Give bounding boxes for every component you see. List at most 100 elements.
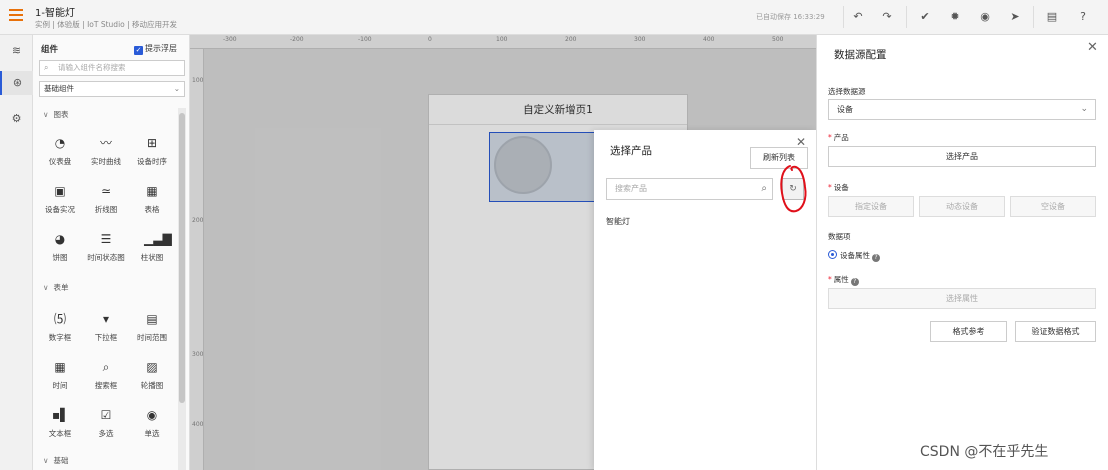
component-label: 仪表盘 [48, 157, 72, 166]
product-list-item[interactable]: 智能灯 [606, 216, 630, 227]
data-source-select[interactable]: 设备 ⌄ [828, 99, 1096, 120]
panel-title: 数据源配置 [834, 49, 887, 61]
component-item[interactable]: ▣ 设备实况 [37, 183, 83, 231]
source-label: 选择数据源 [828, 87, 866, 96]
timeseries-icon: ⊞ [146, 136, 158, 150]
component-label: 时间范围 [137, 333, 167, 342]
category-label: 图表 [53, 110, 69, 119]
menu-icon[interactable] [9, 9, 23, 21]
specific-device-button[interactable]: 指定设备 [828, 196, 914, 217]
component-panel: 组件 ✓ 提示浮层 ⌕ 请输入组件名称搜索 基础组件 ⌄ ∨ 图表 ◔ 仪表盘 〰实时… [33, 35, 190, 470]
component-item[interactable]: ◉ 单选 [129, 407, 175, 455]
component-label: 单选 [144, 429, 160, 438]
component-item[interactable]: ◔ 仪表盘 [37, 135, 83, 183]
verify-data-format-button[interactable]: 验证数据格式 [1015, 321, 1096, 342]
watermark: CSDN @不在乎先生 [920, 444, 1049, 460]
layers-icon[interactable]: ≋ [0, 39, 33, 63]
left-rail: ≋ ⊛ ⚙ [0, 35, 33, 470]
component-label: 数字框 [48, 333, 72, 342]
toolbar-divider [843, 6, 844, 28]
redo-icon[interactable]: ↷ [878, 8, 896, 26]
help-icon[interactable]: ? [1074, 8, 1092, 26]
scrollbar-thumb[interactable] [179, 113, 185, 403]
category-basic[interactable]: ∨ 基础 [43, 455, 69, 466]
time-range-icon: ▤ [146, 312, 158, 326]
component-item[interactable]: ⑸ 数字框 [37, 311, 83, 359]
textbox-icon: ▪▌ [52, 408, 70, 422]
search-icon: ⌕ [44, 63, 49, 72]
radio-selected-icon[interactable] [828, 250, 837, 259]
select-property-button[interactable]: 选择属性 [828, 288, 1096, 309]
category-chart[interactable]: ∨ 图表 [43, 109, 69, 120]
format-reference-button[interactable]: 格式参考 [930, 321, 1007, 342]
component-label: 折线图 [94, 205, 118, 214]
search-icon[interactable]: ⌕ [761, 179, 767, 199]
close-icon[interactable]: ✕ [1087, 40, 1098, 55]
chevron-down-icon: ∨ [43, 110, 49, 119]
publish-icon[interactable]: ✔ [916, 8, 934, 26]
property-label: * 属性? [828, 274, 859, 286]
dynamic-device-button[interactable]: 动态设备 [919, 196, 1005, 217]
realtime-curve-icon: 〰 [99, 136, 112, 150]
refresh-list-button[interactable]: 刷新列表 [750, 147, 808, 169]
label-text: 属性 [833, 275, 849, 284]
number-box-icon: ⑸ [53, 312, 66, 326]
time-status-icon: ☰ [100, 232, 112, 246]
component-label: 下拉框 [94, 333, 118, 342]
data-source-config-panel: 数据源配置 ✕ 选择数据源 设备 ⌄ * 产品 选择产品 * 设备 指定设备 动态设… [816, 35, 1108, 470]
component-item[interactable]: ▾ 下拉框 [83, 311, 129, 359]
search-placeholder: 搜索产品 [615, 184, 647, 193]
checkbox-checked-icon[interactable]: ✓ [134, 46, 143, 55]
component-item[interactable]: ▦ 表格 [129, 183, 175, 231]
component-item[interactable]: ≃ 折线图 [83, 183, 129, 231]
checkbox-icon: ☑ [100, 408, 112, 422]
top-bar: 1-智能灯 实例 | 体验版 | IoT Studio | 移动应用开发 已自动… [0, 0, 1108, 35]
select-product-button[interactable]: 选择产品 [828, 146, 1096, 167]
chevron-down-icon: ⌄ [1080, 104, 1088, 114]
dropdown-icon: ▾ [102, 312, 110, 326]
empty-device-button[interactable]: 空设备 [1010, 196, 1096, 217]
component-item[interactable]: 〰实时曲线 [83, 135, 129, 183]
app-title: 1-智能灯 [35, 8, 75, 19]
component-item[interactable]: ▦ 时间 [37, 359, 83, 407]
chevron-down-icon: ∨ [43, 456, 49, 465]
component-label: 表格 [144, 205, 160, 214]
send-icon[interactable]: ➤ [1006, 8, 1024, 26]
component-search-input[interactable]: ⌕ 请输入组件名称搜索 [39, 60, 185, 76]
component-item[interactable]: ☑ 多选 [83, 407, 129, 455]
float-tip-toggle[interactable]: ✓ 提示浮层 [134, 43, 177, 55]
component-item[interactable]: ☰ 时间状态图 [83, 231, 129, 279]
component-icon[interactable]: ⊛ [0, 71, 33, 95]
component-category-select[interactable]: 基础组件 ⌄ [39, 81, 185, 97]
settings-icon[interactable]: ✹ [946, 8, 964, 26]
component-item[interactable]: ⌕ 搜索框 [83, 359, 129, 407]
dialog-title: 选择产品 [610, 145, 652, 157]
component-item[interactable]: ▤ 时间范围 [129, 311, 175, 359]
gear-icon[interactable]: ⚙ [0, 107, 33, 131]
app-breadcrumb: 实例 | 体验版 | IoT Studio | 移动应用开发 [35, 20, 178, 29]
reload-icon[interactable]: ↻ [782, 178, 804, 200]
toolbar-divider [906, 6, 907, 28]
category-label: 基础 [53, 456, 69, 465]
help-icon[interactable]: ? [850, 278, 859, 286]
gauge-icon: ◔ [54, 136, 66, 150]
component-label: 设备时序 [137, 157, 167, 166]
category-value: 基础组件 [44, 84, 74, 93]
panel-title: 组件 [41, 45, 59, 55]
data-item-label: 数据项 [828, 232, 851, 241]
device-property-radio[interactable]: 设备属性? [828, 250, 880, 262]
product-search-input[interactable]: 搜索产品 ⌕ [606, 178, 773, 200]
component-item[interactable]: ▁▃▇ 柱状图 [129, 231, 175, 279]
component-item[interactable]: ▪▌ 文本框 [37, 407, 83, 455]
undo-icon[interactable]: ↶ [849, 8, 867, 26]
component-item[interactable]: ▨ 轮播图 [129, 359, 175, 407]
component-item[interactable]: ◕ 饼图 [37, 231, 83, 279]
document-icon[interactable]: ▤ [1043, 8, 1061, 26]
float-tip-label: 提示浮层 [145, 44, 177, 53]
help-icon[interactable]: ? [872, 254, 880, 262]
preview-icon[interactable]: ◉ [976, 8, 994, 26]
device-live-icon: ▣ [54, 184, 66, 198]
category-form[interactable]: ∨ 表单 [43, 282, 69, 293]
component-item[interactable]: ⊞ 设备时序 [129, 135, 175, 183]
component-label: 柱状图 [140, 253, 164, 262]
